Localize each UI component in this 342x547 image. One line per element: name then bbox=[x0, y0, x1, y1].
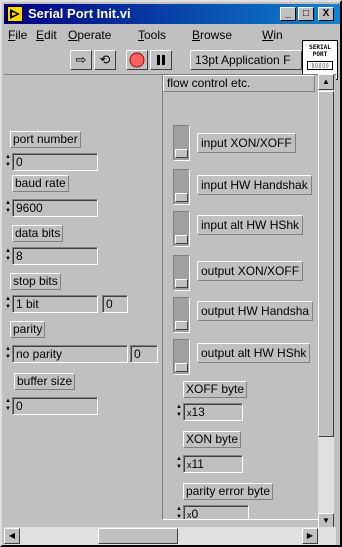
close-button[interactable]: X bbox=[318, 7, 334, 21]
parity-error-byte-label: parity error byte bbox=[183, 483, 274, 500]
parity-error-byte-increment-icon[interactable]: ▲ ▼ bbox=[175, 505, 183, 519]
pause-button[interactable] bbox=[150, 50, 172, 70]
baud-rate-label: baud rate bbox=[12, 175, 69, 192]
output-alt-hw-hshk-switch[interactable] bbox=[173, 339, 190, 375]
xon-byte-label: XON byte bbox=[183, 431, 242, 448]
menu-operate[interactable]: Operate bbox=[68, 28, 111, 42]
input-xon-xoff-switch[interactable] bbox=[173, 125, 190, 161]
connector-line2: PORT bbox=[312, 51, 328, 58]
switch-knob-icon bbox=[175, 193, 188, 202]
stop-bits-ring-arrows-icon[interactable]: ▲ ▼ bbox=[4, 295, 12, 313]
input-hw-handshake-switch[interactable] bbox=[173, 169, 190, 205]
output-xon-xoff-switch[interactable] bbox=[173, 255, 190, 291]
stop-bits-ring[interactable]: 1 bit bbox=[12, 295, 98, 313]
scroll-right-arrow-icon[interactable]: ▶ bbox=[302, 528, 318, 544]
data-bits-increment-icon[interactable]: ▲ ▼ bbox=[4, 247, 12, 265]
input-hw-handshake-label: input HW Handshak bbox=[197, 175, 312, 195]
scroll-up-arrow-icon[interactable]: ▲ bbox=[318, 74, 334, 90]
parity-error-byte-value: 0 bbox=[191, 507, 199, 520]
vertical-scrollbar[interactable]: ▲ ▼ bbox=[318, 74, 334, 529]
flow-control-cluster: flow control etc. input XON/XOFF input H… bbox=[162, 74, 320, 520]
switch-knob-icon bbox=[175, 235, 188, 244]
parity-ring[interactable]: no parity bbox=[12, 345, 128, 363]
data-bits-label: data bits bbox=[12, 225, 64, 242]
parity-error-byte-input[interactable]: x0 bbox=[183, 505, 249, 520]
xoff-byte-value: 13 bbox=[191, 405, 205, 419]
run-continuously-button[interactable]: ⟲ bbox=[94, 50, 116, 70]
data-bits-input[interactable]: 8 bbox=[12, 247, 98, 265]
xon-byte-increment-icon[interactable]: ▲ ▼ bbox=[175, 455, 183, 473]
output-hw-handshake-label: output HW Handsha bbox=[197, 301, 314, 321]
maximize-button[interactable]: □ bbox=[298, 7, 314, 21]
port-number-increment-icon[interactable]: ▲ ▼ bbox=[4, 153, 12, 171]
buffer-size-label: buffer size bbox=[14, 373, 76, 390]
baud-rate-input[interactable]: 9600 bbox=[12, 199, 98, 217]
port-number-input[interactable]: 0 bbox=[12, 153, 98, 171]
xon-byte-value: 11 bbox=[191, 457, 204, 471]
db9-connector-icon: ▯▯▯▯▯ bbox=[307, 61, 333, 70]
buffer-size-increment-icon[interactable]: ▲ ▼ bbox=[4, 397, 12, 415]
input-alt-hw-hshk-switch[interactable] bbox=[173, 211, 190, 247]
switch-knob-icon bbox=[175, 363, 188, 372]
menu-tools[interactable]: Tools bbox=[138, 28, 166, 42]
xoff-byte-increment-icon[interactable]: ▲ ▼ bbox=[175, 403, 183, 421]
parity-index: 0 bbox=[130, 345, 158, 363]
xoff-byte-input[interactable]: x13 bbox=[183, 403, 243, 421]
buffer-size-input[interactable]: 0 bbox=[12, 397, 98, 415]
input-xon-xoff-label: input XON/XOFF bbox=[197, 133, 296, 153]
vi-window: Serial Port Init.vi _ □ X File Edit Oper… bbox=[0, 0, 342, 547]
menu-edit[interactable]: Edit bbox=[36, 28, 57, 42]
toolbar: ⇨ ⟲ 13pt Application F bbox=[4, 44, 302, 74]
parity-ring-arrows-icon[interactable]: ▲ ▼ bbox=[4, 345, 12, 363]
input-alt-hw-hshk-label: input alt HW HShk bbox=[197, 215, 304, 235]
stop-bits-label: stop bits bbox=[10, 273, 61, 290]
connector-line1: SERIAL bbox=[309, 44, 331, 51]
output-hw-handshake-switch[interactable] bbox=[173, 297, 190, 333]
port-number-label: port number bbox=[10, 131, 81, 148]
horizontal-scroll-thumb[interactable] bbox=[98, 528, 178, 544]
run-arrow-button[interactable]: ⇨ bbox=[70, 50, 92, 70]
vertical-scroll-thumb[interactable] bbox=[318, 91, 334, 437]
xoff-byte-label: XOFF byte bbox=[183, 381, 248, 398]
stop-bits-index: 0 bbox=[102, 295, 128, 313]
menu-windows[interactable]: Win bbox=[262, 28, 283, 42]
flow-control-label: flow control etc. bbox=[163, 75, 315, 92]
menu-browse[interactable]: Browse bbox=[192, 28, 232, 42]
menu-bar: File Edit Operate Tools Browse Win bbox=[4, 24, 340, 44]
font-ring-dropdown[interactable]: 13pt Application F bbox=[190, 50, 302, 70]
scroll-left-arrow-icon[interactable]: ◀ bbox=[4, 528, 20, 544]
labview-vi-icon[interactable] bbox=[7, 6, 23, 22]
front-panel: port number ▲ ▼ 0 baud rate ▲ ▼ 9600 data … bbox=[4, 74, 336, 529]
parity-label: parity bbox=[10, 321, 46, 338]
minimize-button[interactable]: _ bbox=[280, 7, 296, 21]
horizontal-scrollbar[interactable]: ◀ ▶ bbox=[4, 527, 336, 545]
switch-knob-icon bbox=[175, 321, 188, 330]
switch-knob-icon bbox=[175, 279, 188, 288]
xon-byte-input[interactable]: x11 bbox=[183, 455, 243, 473]
abort-stop-button[interactable] bbox=[126, 50, 148, 70]
window-title: Serial Port Init.vi bbox=[28, 6, 131, 21]
output-xon-xoff-label: output XON/XOFF bbox=[197, 261, 304, 281]
baud-rate-increment-icon[interactable]: ▲ ▼ bbox=[4, 199, 12, 217]
title-bar[interactable]: Serial Port Init.vi _ □ X bbox=[4, 4, 340, 24]
switch-knob-icon bbox=[175, 149, 188, 158]
output-alt-hw-hshk-label: output alt HW HShk bbox=[197, 343, 311, 363]
menu-file[interactable]: File bbox=[8, 28, 27, 42]
